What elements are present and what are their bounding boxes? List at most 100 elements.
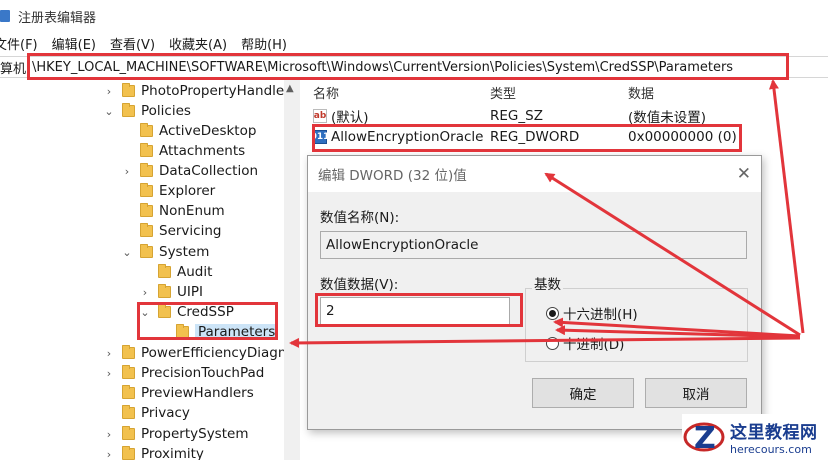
chevron-right-icon[interactable]: › xyxy=(103,347,115,360)
address-path[interactable]: \HKEY_LOCAL_MACHINE\SOFTWARE\Microsoft\W… xyxy=(30,60,733,75)
chevron-right-icon[interactable]: › xyxy=(139,286,151,299)
chevron-down-icon[interactable]: ⌄ xyxy=(121,246,133,259)
key-tree: › PhotoPropertyHandler ⌄ Policies Active… xyxy=(0,79,300,460)
tree-item-attachments[interactable]: Attachments xyxy=(121,141,245,161)
folder-icon xyxy=(140,163,153,177)
tree-item-powerefficiencydiagnostics[interactable]: › PowerEfficiencyDiagnostics xyxy=(103,343,299,363)
tree-scrollbar[interactable]: ▲ xyxy=(284,79,300,460)
menu-bar: 文件(F) 编辑(E) 查看(V) 收藏夹(A) 帮助(H) xyxy=(0,33,301,53)
tree-item-policies[interactable]: ⌄ Policies xyxy=(103,101,191,121)
tree-item-nonenum[interactable]: NonEnum xyxy=(121,201,225,221)
tree-item-parameters[interactable]: Parameters xyxy=(157,322,279,342)
chevron-right-icon[interactable]: › xyxy=(103,85,115,98)
menu-view[interactable]: 查看(V) xyxy=(110,34,155,53)
menu-file[interactable]: 文件(F) xyxy=(0,34,38,53)
menu-edit[interactable]: 编辑(E) xyxy=(52,34,96,53)
address-prefix: 计算机 xyxy=(0,61,27,77)
folder-icon xyxy=(122,385,135,399)
column-header-name[interactable]: 名称 xyxy=(313,83,339,102)
value-type: REG_DWORD xyxy=(490,129,580,145)
folder-icon xyxy=(140,123,153,137)
value-data: (数值未设置) xyxy=(628,110,707,126)
radio-hexadecimal-label: 十六进制(H) xyxy=(563,307,638,323)
tree-item-label: PowerEfficiencyDiagnostics xyxy=(141,345,299,361)
dialog-titlebar: 编辑 DWORD (32 位)值 ✕ xyxy=(308,156,761,192)
radio-checked-icon[interactable] xyxy=(546,306,559,320)
tree-item-label: UIPI xyxy=(177,284,203,300)
folder-icon xyxy=(140,244,153,258)
value-row-default[interactable]: ab (默认) xyxy=(313,106,369,126)
tree-item-explorer[interactable]: Explorer xyxy=(121,181,215,201)
column-header-type[interactable]: 类型 xyxy=(490,83,516,102)
site-watermark: Z 这里教程网 herecours.com xyxy=(682,414,828,460)
dialog-title: 编辑 DWORD (32 位)值 xyxy=(318,168,467,184)
address-bar[interactable]: 计算机 \HKEY_LOCAL_MACHINE\SOFTWARE\Microso… xyxy=(0,56,828,78)
chevron-right-icon[interactable]: › xyxy=(103,448,115,460)
tree-item-credssp[interactable]: ⌄ CredSSP xyxy=(139,302,234,322)
tree-item-system[interactable]: ⌄ System xyxy=(121,242,209,262)
folder-icon xyxy=(122,103,135,117)
value-name: (默认) xyxy=(331,110,369,126)
folder-icon xyxy=(140,203,153,217)
value-data-field[interactable] xyxy=(320,297,510,325)
base-label: 基数 xyxy=(532,273,563,293)
radio-hexadecimal[interactable]: 十六进制(H) xyxy=(546,303,638,323)
value-data: 0x00000000 (0) xyxy=(628,129,737,145)
tree-item-label: PreviewHandlers xyxy=(141,385,254,401)
string-value-icon: ab xyxy=(313,109,327,123)
ok-button[interactable]: 确定 xyxy=(532,378,634,408)
tree-item-label: Proximity xyxy=(141,446,204,460)
tree-item-previewhandlers[interactable]: PreviewHandlers xyxy=(103,383,254,403)
folder-icon xyxy=(122,426,135,440)
tree-item-label: ActiveDesktop xyxy=(159,123,257,139)
tree-item-label: Servicing xyxy=(159,223,222,239)
chevron-down-icon[interactable]: ⌄ xyxy=(103,105,115,118)
scroll-up-icon[interactable]: ▲ xyxy=(286,83,294,94)
menu-favorites[interactable]: 收藏夹(A) xyxy=(169,34,227,53)
tree-item-label: PhotoPropertyHandler xyxy=(141,83,290,99)
folder-icon xyxy=(122,405,135,419)
cancel-button[interactable]: 取消 xyxy=(645,378,747,408)
value-data-label: 数值数据(V): xyxy=(320,277,399,293)
chevron-down-icon[interactable]: ⌄ xyxy=(139,306,151,319)
folder-icon xyxy=(140,143,153,157)
column-header-data[interactable]: 数据 xyxy=(628,83,654,102)
value-name: AllowEncryptionOracle xyxy=(331,129,484,145)
tree-item-label: System xyxy=(159,244,210,260)
watermark-text: 这里教程网 xyxy=(730,423,818,443)
radio-decimal-label: 十进制(D) xyxy=(563,337,625,353)
tree-item-proximity[interactable]: › Proximity xyxy=(103,444,204,460)
tree-item-label: PrecisionTouchPad xyxy=(141,365,265,381)
radio-decimal[interactable]: 十进制(D) xyxy=(546,333,624,353)
tree-item-datacollection[interactable]: › DataCollection xyxy=(121,161,258,181)
value-type: REG_SZ xyxy=(490,108,543,124)
tree-item-label: PropertySystem xyxy=(141,426,249,442)
tree-item-audit[interactable]: Audit xyxy=(139,262,212,282)
value-row-allowencryptionoracle[interactable]: 011 AllowEncryptionOracle xyxy=(310,127,484,147)
tree-item-privacy[interactable]: Privacy xyxy=(103,403,190,423)
menu-help[interactable]: 帮助(H) xyxy=(241,34,287,53)
tree-item-photopropertyhandler[interactable]: › PhotoPropertyHandler xyxy=(103,81,290,101)
tree-item-label: NonEnum xyxy=(159,203,225,219)
svg-text:Z: Z xyxy=(694,421,716,456)
chevron-right-icon[interactable]: › xyxy=(121,165,133,178)
chevron-right-icon[interactable]: › xyxy=(103,428,115,441)
tree-item-uipi[interactable]: › UIPI xyxy=(139,282,203,302)
close-icon[interactable]: ✕ xyxy=(737,164,751,184)
folder-icon xyxy=(176,324,189,338)
window-title: 注册表编辑器 xyxy=(18,10,97,26)
radio-unchecked-icon[interactable] xyxy=(546,336,559,350)
tree-item-label: CredSSP xyxy=(177,304,234,320)
tree-item-servicing[interactable]: Servicing xyxy=(121,221,221,241)
site-logo-icon: Z xyxy=(683,421,725,456)
folder-icon xyxy=(122,446,135,460)
tree-item-propertysystem[interactable]: › PropertySystem xyxy=(103,424,248,444)
tree-item-precisiontouchpad[interactable]: › PrecisionTouchPad xyxy=(103,363,264,383)
value-name-field xyxy=(320,231,747,259)
tree-item-activedesktop[interactable]: ActiveDesktop xyxy=(121,121,256,141)
folder-icon xyxy=(158,284,171,298)
folder-icon xyxy=(140,223,153,237)
tree-item-label: Privacy xyxy=(141,405,190,421)
chevron-right-icon[interactable]: › xyxy=(103,367,115,380)
dword-value-icon: 011 xyxy=(310,130,330,144)
